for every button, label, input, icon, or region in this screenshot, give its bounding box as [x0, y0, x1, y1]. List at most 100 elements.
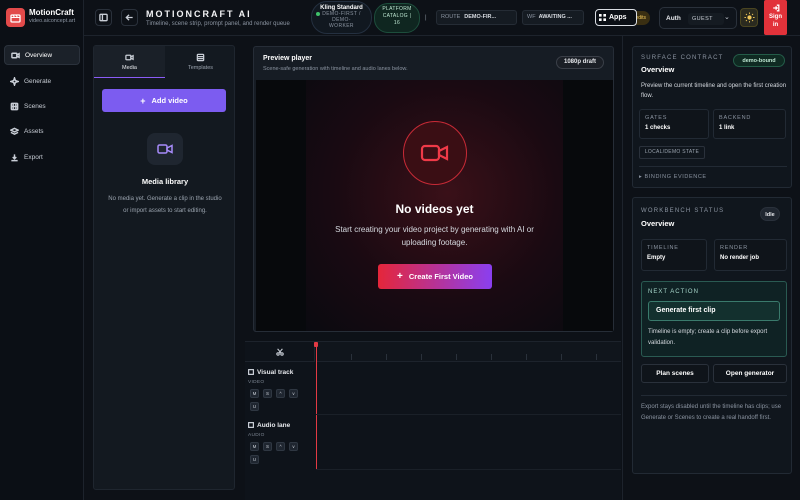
- track-name: Visual track: [257, 369, 294, 376]
- tab-templates[interactable]: Templates: [165, 46, 236, 78]
- mute-button[interactable]: M: [250, 389, 259, 398]
- template-icon: [196, 53, 205, 62]
- platform-catalog-badge[interactable]: PLATFORM CATALOG | 16: [374, 3, 420, 33]
- sun-icon: [743, 12, 755, 23]
- create-first-video-button[interactable]: + Create First Video: [378, 264, 492, 289]
- catalog-line2: CATALOG |: [382, 13, 412, 19]
- film-icon: [247, 368, 255, 376]
- binding-evidence-toggle[interactable]: ▸ BINDING EVIDENCE: [639, 174, 707, 180]
- open-generator-button[interactable]: Open generator: [713, 364, 787, 383]
- plus-icon: +: [140, 95, 146, 106]
- model-line3: WORKER: [329, 23, 354, 29]
- solo-button[interactable]: S: [263, 389, 272, 398]
- gates-key: GATES: [645, 115, 668, 121]
- surface-overline: SURFACE CONTRACT: [641, 55, 724, 61]
- empty-state-desc: Start creating your video project by gen…: [335, 225, 534, 247]
- route-chip[interactable]: ROUTE DEMO-FIR...: [436, 10, 517, 25]
- mute-button[interactable]: M: [250, 442, 259, 451]
- brand-domain: video.aiconcept.art: [29, 18, 76, 24]
- toggle-sidebar-button[interactable]: [95, 9, 112, 26]
- music-icon: [247, 421, 255, 429]
- layers-icon: [10, 127, 19, 135]
- move-down-button[interactable]: v: [289, 389, 298, 398]
- download-icon: [11, 153, 18, 161]
- preview-title: Preview player: [263, 55, 313, 62]
- nav-assets[interactable]: Assets: [4, 121, 80, 141]
- export-note: Export stays disabled until the timeline…: [641, 404, 782, 421]
- media-empty-desc: No media yet. Generate a clip in the stu…: [108, 196, 222, 214]
- video-icon: [125, 54, 134, 61]
- nav-scenes[interactable]: Scenes: [4, 96, 80, 116]
- login-icon: [772, 4, 779, 12]
- route-value: DEMO-FIR...: [464, 14, 497, 20]
- status-dot-icon: [316, 12, 320, 16]
- resolution-badge: 1080p draft: [556, 56, 604, 69]
- back-button[interactable]: [121, 9, 138, 26]
- evidence-label: BINDING EVIDENCE: [644, 174, 707, 180]
- wf-key: WF: [527, 14, 536, 20]
- sign-in-line1: Sign: [769, 14, 782, 20]
- timeline-ruler[interactable]: [316, 342, 621, 362]
- timeline-key: TIMELINE: [647, 245, 679, 251]
- gates-value: 1 checks: [645, 125, 671, 131]
- workbench-title: Overview: [641, 219, 675, 228]
- logo-icon: [6, 8, 25, 27]
- plus-icon: +: [397, 271, 403, 282]
- visual-track-label: Visual track: [247, 368, 294, 376]
- grid-icon: [599, 14, 606, 21]
- solo-button[interactable]: S: [263, 442, 272, 451]
- timeline: Visual track VIDEO M S ^ v U Audio lane …: [245, 341, 621, 500]
- catalog-line3: 16: [393, 20, 401, 26]
- auth-selector[interactable]: Auth GUEST ⌄: [659, 7, 737, 29]
- unlock-button[interactable]: U: [250, 455, 259, 464]
- audio-track-lane[interactable]: [316, 416, 621, 470]
- route-key: ROUTE: [441, 14, 461, 20]
- surface-title: Overview: [641, 65, 675, 74]
- unlock-button[interactable]: U: [250, 402, 259, 411]
- theme-toggle-button[interactable]: [740, 8, 758, 27]
- next-action-overline: NEXT ACTION: [648, 289, 699, 295]
- nav-export[interactable]: Export: [4, 147, 80, 167]
- video-camera-icon: [403, 121, 467, 185]
- visual-track-lane[interactable]: [316, 363, 621, 415]
- sign-in-button[interactable]: Sign in: [764, 0, 787, 35]
- divider: [639, 166, 787, 167]
- render-value: No render job: [720, 255, 760, 261]
- generate-first-clip-button[interactable]: Generate first clip: [648, 301, 780, 321]
- move-up-button[interactable]: ^: [276, 442, 285, 451]
- next-action-desc: Timeline is empty; create a clip before …: [648, 329, 768, 346]
- move-up-button[interactable]: ^: [276, 389, 285, 398]
- add-video-button[interactable]: + Add video: [102, 89, 226, 112]
- move-down-button[interactable]: v: [289, 442, 298, 451]
- model-selector[interactable]: Kling Standard DEMO-FIRST / DEMO- WORKER: [311, 1, 372, 34]
- apps-button[interactable]: Apps: [595, 9, 637, 26]
- preview-stage: No videos yet Start creating your video …: [256, 80, 613, 331]
- divider: [641, 395, 787, 396]
- scissors-icon: [275, 347, 284, 356]
- tab-label: Templates: [187, 65, 214, 71]
- sign-in-line2: in: [772, 22, 779, 28]
- create-label: Create First Video: [408, 272, 473, 281]
- chevron-down-icon: ⌄: [724, 14, 730, 21]
- apps-label: Apps: [609, 14, 627, 21]
- split-tool-button[interactable]: [245, 342, 315, 362]
- track-type: VIDEO: [248, 380, 265, 385]
- workflow-chip[interactable]: WF AWAITING ...: [522, 10, 584, 25]
- film-icon: [10, 102, 19, 110]
- nav-label: Overview: [25, 51, 53, 59]
- plan-scenes-button[interactable]: Plan scenes: [641, 364, 709, 383]
- brand-name: MotionCraft: [29, 8, 74, 17]
- workbench-overline: WORKBENCH STATUS: [641, 208, 725, 214]
- gates-stat: GATES 1 checks: [639, 109, 709, 139]
- track-type: AUDIO: [248, 433, 265, 438]
- render-key: RENDER: [720, 245, 749, 251]
- preview-player: Preview player Scene-safe generation wit…: [253, 46, 614, 332]
- nav-generate[interactable]: Generate: [4, 71, 80, 91]
- surface-contract-card: SURFACE CONTRACT Overview demo-bound Pre…: [632, 46, 792, 188]
- video-icon: [157, 144, 173, 154]
- nav-overview[interactable]: Overview: [4, 45, 80, 65]
- nav-label: Assets: [24, 127, 44, 135]
- nav-label: Generate: [24, 77, 52, 85]
- tab-media[interactable]: Media: [94, 46, 165, 78]
- backend-stat: BACKEND 1 link: [713, 109, 786, 139]
